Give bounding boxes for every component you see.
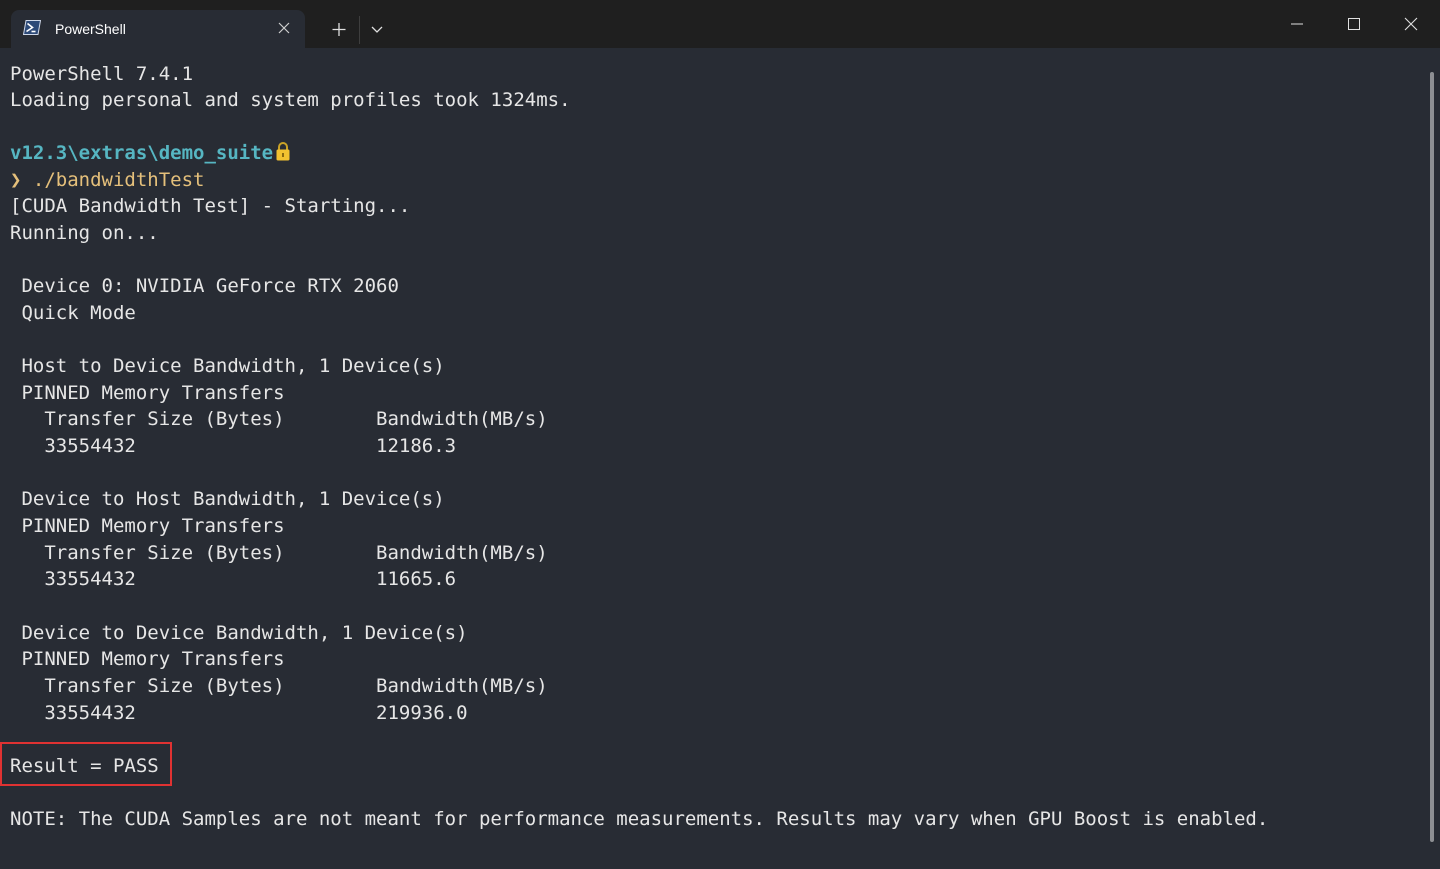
minimize-icon (1291, 23, 1303, 25)
output-running-on: Running on... (10, 222, 159, 244)
terminal-window: PowerShell PowerShell 7.4.1 Loading pers… (0, 0, 1440, 869)
section-row: 33554432 11665.6 (10, 568, 457, 590)
maximize-icon (1348, 18, 1360, 30)
output-device: Device 0: NVIDIA GeForce RTX 2060 (10, 275, 399, 297)
section-memory: PINNED Memory Transfers (10, 648, 285, 670)
command-line: ❯ ./bandwidthTest (10, 167, 205, 193)
prompt-line: v12.3\extras\demo_suite (10, 140, 293, 166)
command-text: ./bandwidthTest (32, 169, 205, 191)
section-title: Host to Device Bandwidth, 1 Device(s) (10, 355, 445, 377)
tab-dropdown-button[interactable] (363, 14, 391, 44)
scrollbar-thumb[interactable] (1430, 72, 1434, 842)
vertical-scrollbar[interactable] (1428, 72, 1436, 842)
terminal-output[interactable]: PowerShell 7.4.1 Loading personal and sy… (0, 48, 1440, 869)
section-memory: PINNED Memory Transfers (10, 382, 285, 404)
section-title: Device to Host Bandwidth, 1 Device(s) (10, 488, 445, 510)
tab-title: PowerShell (55, 21, 126, 37)
lock-icon (276, 142, 290, 161)
section-header: Transfer Size (Bytes) Bandwidth(MB/s) (10, 675, 548, 697)
section-header: Transfer Size (Bytes) Bandwidth(MB/s) (10, 542, 548, 564)
plus-icon (332, 23, 346, 36)
section-memory: PINNED Memory Transfers (10, 515, 285, 537)
close-icon (1404, 17, 1418, 31)
prompt-arrow: ❯ (10, 169, 22, 191)
powershell-icon (23, 20, 41, 35)
new-tab-button[interactable] (322, 14, 356, 44)
chevron-down-icon (371, 26, 383, 33)
prompt-path: v12.3\extras\demo_suite (10, 142, 274, 164)
output-result: Result = PASS (10, 755, 159, 777)
banner-version: PowerShell 7.4.1 (10, 63, 194, 85)
output-starting: [CUDA Bandwidth Test] - Starting... (10, 195, 411, 217)
tab-separator (359, 16, 360, 44)
section-header: Transfer Size (Bytes) Bandwidth(MB/s) (10, 408, 548, 430)
title-bar: PowerShell (0, 0, 1440, 48)
close-icon (278, 22, 290, 34)
minimize-button[interactable] (1269, 0, 1325, 48)
section-row: 33554432 219936.0 (10, 702, 468, 724)
close-tab-button[interactable] (275, 19, 293, 37)
banner-profiles: Loading personal and system profiles too… (10, 89, 571, 111)
close-window-button[interactable] (1383, 0, 1439, 48)
section-row: 33554432 12186.3 (10, 435, 457, 457)
section-title: Device to Device Bandwidth, 1 Device(s) (10, 622, 468, 644)
output-mode: Quick Mode (10, 302, 136, 324)
output-note: NOTE: The CUDA Samples are not meant for… (10, 808, 1269, 830)
tab-powershell[interactable]: PowerShell (11, 10, 305, 48)
maximize-button[interactable] (1326, 0, 1382, 48)
